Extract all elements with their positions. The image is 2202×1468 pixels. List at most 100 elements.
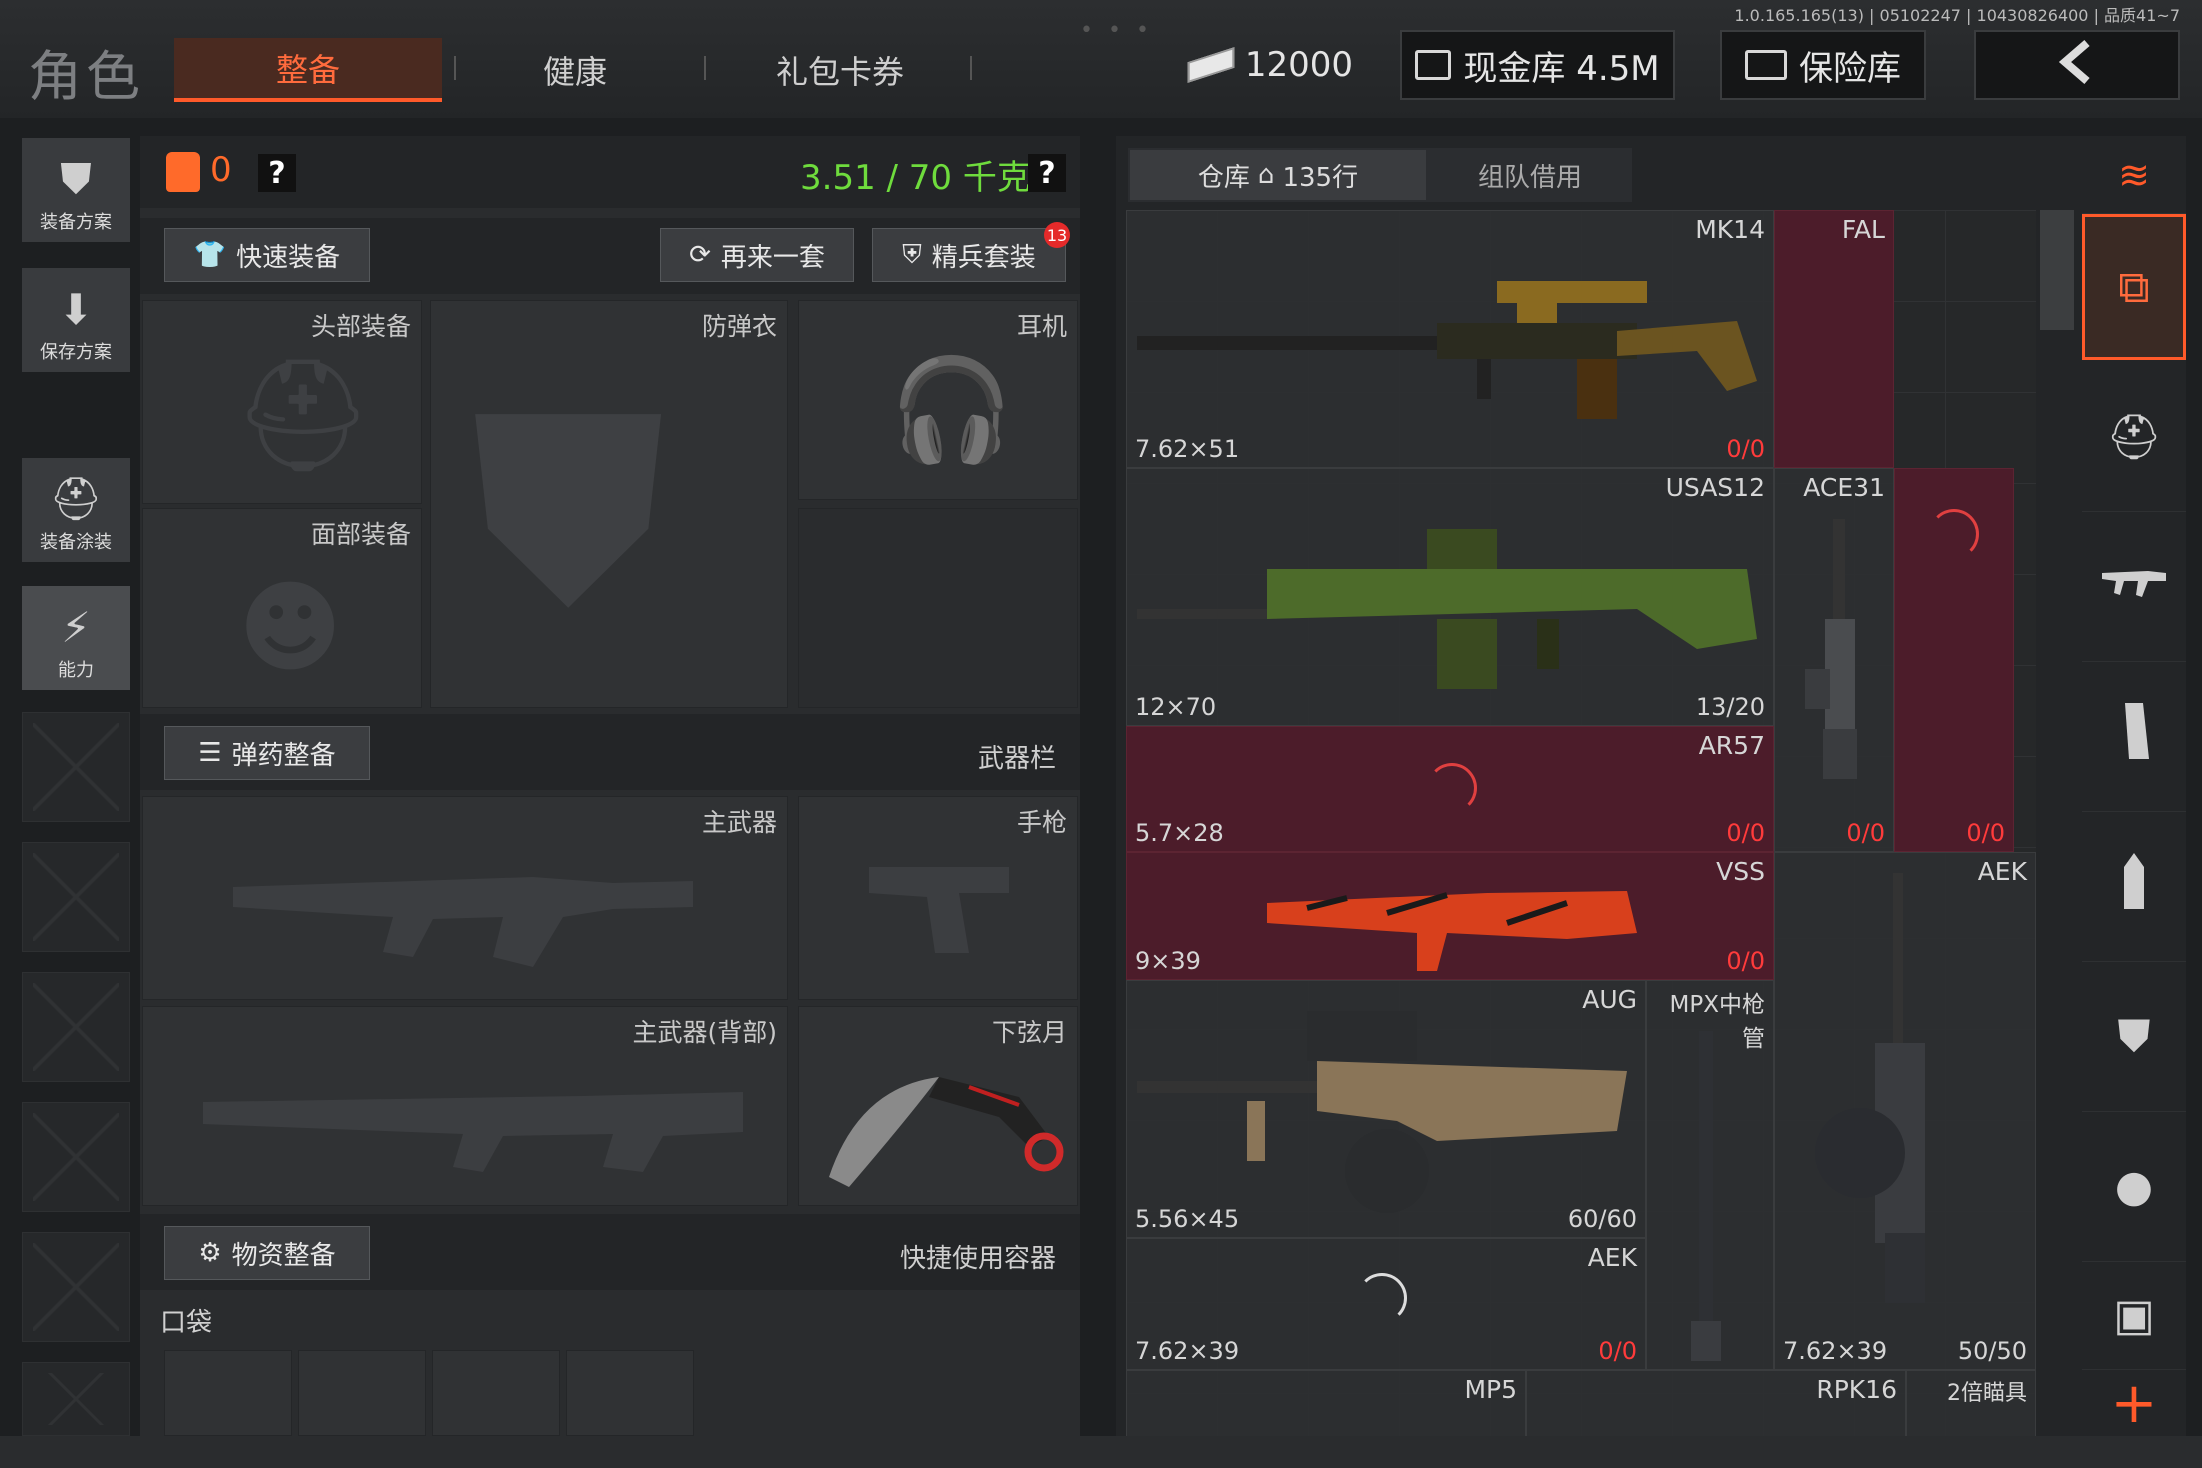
inventory-item[interactable]: VSS 9×39 0/0 — [1126, 852, 1774, 980]
quick-equip-button[interactable]: 👕 快速装备 — [164, 228, 370, 282]
pocket-slot[interactable] — [432, 1350, 560, 1436]
ammo-equip-button[interactable]: ☰ 弹药整备 — [164, 726, 370, 780]
item-name: AEK — [1587, 1243, 1637, 1272]
head-gear-slot[interactable]: 头部装备 ⛑ — [142, 300, 422, 504]
item-caliber: 7.62×39 — [1783, 1337, 1888, 1365]
help-button[interactable]: ? — [258, 154, 296, 192]
again-set-button[interactable]: ⟳ 再来一套 — [660, 228, 854, 282]
weight-help-button[interactable]: ? — [1028, 154, 1066, 192]
vest-icon: ⛊ — [471, 360, 666, 662]
weight-value: 3.51 / 70 千克 — [800, 158, 1031, 198]
back-button[interactable] — [1974, 30, 2180, 100]
filter-helmet[interactable]: ⛑ — [2082, 362, 2186, 512]
inventory-item[interactable]: AUG 5.56×45 60/60 — [1126, 980, 1646, 1238]
elite-set-button[interactable]: ⛨ 精兵套装 — [872, 228, 1066, 282]
tab-health[interactable]: 健康 — [470, 38, 680, 102]
sidebar-item-label: 装备涂装 — [40, 532, 112, 553]
elite-set-label: 精兵套装 — [931, 242, 1036, 273]
inventory-item[interactable]: MPX中枪管 — [1646, 980, 1774, 1370]
again-set-label: 再来一套 — [720, 242, 825, 273]
slot-label: 面部装备 — [310, 520, 411, 549]
cash-vault-button[interactable]: 现金库 4.5M — [1400, 30, 1675, 100]
helmet-paint-icon: ⛑ — [49, 474, 103, 523]
inventory-item[interactable]: MP5 — [1126, 1370, 1526, 1436]
loading-icon — [1357, 1273, 1407, 1323]
tab-team-borrow[interactable]: 组队借用 — [1430, 150, 1630, 200]
drag-handle-dots: • • • — [1080, 18, 1153, 43]
sidebar-item-label: 保存方案 — [40, 342, 112, 363]
item-ammo-count: 0/0 — [1726, 819, 1765, 847]
list-icon: ☰ — [198, 738, 222, 768]
home-icon: ⌂ — [1257, 160, 1275, 190]
sidebar-item-paint[interactable]: ⛑ 装备涂装 — [22, 458, 130, 562]
item-name: 2倍瞄具 — [1947, 1381, 2027, 1406]
pocket-slot[interactable] — [298, 1350, 426, 1436]
safe-vault-button[interactable]: 保险库 — [1720, 30, 1926, 100]
supply-equip-button[interactable]: ⚙ 物资整备 — [164, 1226, 370, 1280]
filter-grenade[interactable]: ● — [2082, 1112, 2186, 1262]
primary-weapon-slot[interactable]: 主武器 — [142, 796, 788, 1000]
item-ammo-count: 0/0 — [1726, 435, 1765, 463]
all-icon: ⧉ — [2118, 261, 2150, 313]
inventory-item[interactable]: FAL — [1774, 210, 1894, 468]
slot-label: 手枪 — [1016, 808, 1067, 837]
stack-sort-button[interactable]: ≋ — [2082, 136, 2186, 214]
inventory-item[interactable]: 0/0 — [1894, 468, 2014, 852]
pistol-slot[interactable]: 手枪 — [798, 796, 1078, 1000]
rifle-icon — [1805, 519, 1857, 779]
pocket-slot[interactable] — [164, 1350, 292, 1436]
rifle-icon — [233, 877, 693, 967]
inventory-item[interactable]: MK14 7.62×51 0/0 — [1126, 210, 1774, 468]
inventory-item[interactable]: ACE31 0/0 — [1774, 468, 1894, 852]
tab-warehouse[interactable]: 仓库 ⌂ 135行 — [1130, 150, 1426, 200]
inventory-item[interactable]: AEK 7.62×39 0/0 — [1126, 1238, 1646, 1370]
sidebar-item-ability[interactable]: ⚡ 能力 — [22, 586, 130, 690]
loading-icon — [1427, 763, 1477, 813]
inventory-scrollbar[interactable] — [2040, 210, 2074, 330]
armor-icon: ⛊ — [2117, 1011, 2151, 1062]
add-button[interactable]: + — [2082, 1370, 2186, 1436]
item-ammo-count: 50/50 — [1957, 1337, 2027, 1365]
ability-icon: ⚡ — [61, 603, 91, 652]
item-ammo-count: 0/0 — [1598, 1337, 1637, 1365]
inventory-item[interactable]: 2倍瞄具 — [1906, 1370, 2036, 1436]
supply-section-label: 物资整备 — [231, 1240, 336, 1271]
currency-value: 12000 — [1244, 45, 1354, 85]
item-caliber: 5.56×45 — [1135, 1205, 1240, 1233]
quick-equip-label: 快速装备 — [236, 242, 341, 273]
tab-gift-vouchers[interactable]: 礼包卡券 — [730, 38, 950, 102]
sidebar-item-loadout-plan[interactable]: ⛊ 装备方案 — [22, 138, 130, 242]
inventory-item[interactable]: AR57 5.7×28 0/0 — [1126, 726, 1774, 852]
shield-icon: ⛨ — [902, 239, 922, 270]
tab-separator — [454, 56, 456, 80]
inventory-item[interactable]: AEK 7.62×39 50/50 — [1774, 852, 2036, 1370]
inventory-item[interactable]: RPK16 — [1526, 1370, 1906, 1436]
filter-rifle[interactable] — [2082, 512, 2186, 662]
tab-equip[interactable]: 整备 — [174, 38, 442, 102]
empty-slot — [22, 1362, 130, 1436]
pocket-slot[interactable] — [566, 1350, 694, 1436]
money-icon: ▣ — [2113, 1290, 2155, 1341]
filter-money[interactable]: ▣ — [2082, 1262, 2186, 1370]
cash-vault-label: 现金库 4.5M — [1463, 48, 1660, 89]
sidebar-item-save-plan[interactable]: ⬇ 保存方案 — [22, 268, 130, 372]
cash-icon — [1187, 47, 1235, 83]
loading-icon — [1929, 509, 1979, 559]
item-name: VSS — [1716, 857, 1765, 886]
earphone-slot[interactable]: 耳机 🎧 — [798, 300, 1078, 500]
melee-slot[interactable]: 下弦月 — [798, 1006, 1078, 1206]
body-armor-slot[interactable]: 防弹衣 ⛊ — [430, 300, 788, 708]
filter-magazine[interactable] — [2082, 662, 2186, 812]
inventory-item[interactable]: USAS12 12×70 13/20 — [1126, 468, 1774, 726]
filter-all[interactable]: ⧉ — [2082, 214, 2186, 360]
rifle-icon — [1137, 281, 1757, 419]
filter-ammo[interactable] — [2082, 812, 2186, 962]
face-gear-slot[interactable]: 面部装备 ☻ — [142, 508, 422, 708]
bottom-strip — [0, 1436, 2202, 1468]
rifle-icon — [1267, 891, 1637, 971]
filter-armor[interactable]: ⛊ — [2082, 962, 2186, 1112]
vest-icon: ⛊ — [60, 154, 92, 203]
sidebar-item-label: 装备方案 — [40, 212, 112, 233]
item-name: MPX中枪管 — [1669, 992, 1765, 1052]
primary-back-weapon-slot[interactable]: 主武器(背部) — [142, 1006, 788, 1206]
